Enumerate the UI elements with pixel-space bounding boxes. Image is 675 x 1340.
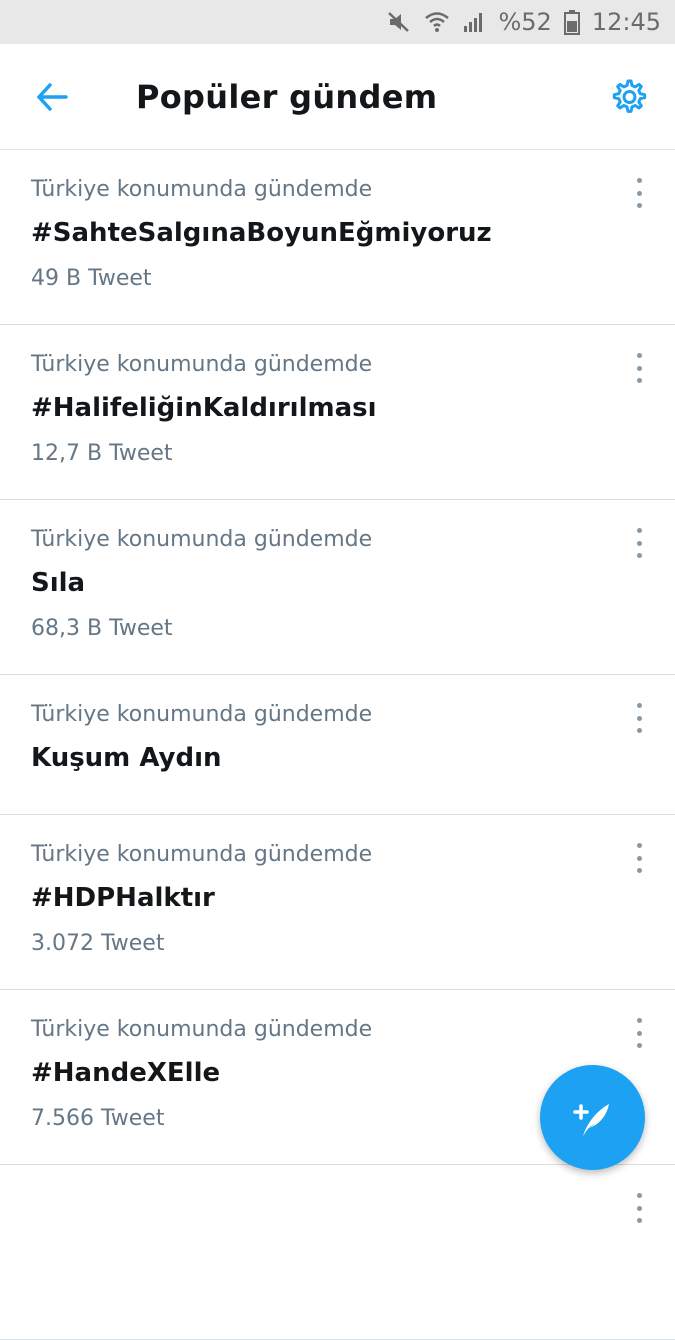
page-title: Popüler gündem bbox=[136, 78, 438, 116]
trend-item[interactable]: Türkiye konumunda gündemde #SahteSalgına… bbox=[0, 150, 675, 325]
trend-name: #HandeXElle bbox=[31, 1058, 221, 1088]
app-bar: Popüler gündem bbox=[0, 44, 675, 150]
trend-context: Türkiye konumunda gündemde bbox=[31, 527, 373, 552]
trend-name: Kuşum Aydın bbox=[31, 743, 222, 773]
trend-item[interactable]: Türkiye konumunda gündemde Kuşum Aydın bbox=[0, 675, 675, 815]
back-arrow-icon bbox=[37, 83, 68, 111]
battery-icon bbox=[563, 9, 580, 35]
mute-icon bbox=[386, 9, 412, 35]
more-options-icon[interactable] bbox=[629, 178, 649, 208]
trend-name: #HalifeliğinKaldırılması bbox=[31, 393, 377, 423]
compose-tweet-button[interactable] bbox=[540, 1065, 645, 1170]
more-options-icon[interactable] bbox=[629, 703, 649, 733]
trend-tweet-count: 12,7 B Tweet bbox=[31, 441, 173, 466]
signal-icon bbox=[462, 10, 486, 34]
battery-percentage: %52 bbox=[498, 8, 552, 36]
status-time: 12:45 bbox=[591, 8, 661, 36]
trend-name: #HDPHalktır bbox=[31, 883, 215, 913]
more-options-icon[interactable] bbox=[629, 1018, 649, 1048]
back-button[interactable] bbox=[26, 74, 78, 120]
wifi-icon bbox=[424, 9, 450, 35]
more-options-icon[interactable] bbox=[629, 353, 649, 383]
trend-tweet-count: 3.072 Tweet bbox=[31, 931, 165, 956]
trend-item[interactable]: Türkiye konumunda gündemde #HalifeliğinK… bbox=[0, 325, 675, 500]
trend-context: Türkiye konumunda gündemde bbox=[31, 702, 373, 727]
compose-tweet-icon bbox=[572, 1103, 609, 1136]
more-options-icon[interactable] bbox=[629, 843, 649, 873]
settings-button[interactable] bbox=[605, 74, 651, 120]
trend-tweet-count: 7.566 Tweet bbox=[31, 1106, 165, 1131]
trend-context: Türkiye konumunda gündemde bbox=[31, 352, 373, 377]
gear-icon bbox=[612, 79, 647, 113]
trend-context: Türkiye konumunda gündemde bbox=[31, 842, 373, 867]
trend-name: #SahteSalgınaBoyunEğmiyoruz bbox=[31, 218, 492, 248]
trend-tweet-count: 49 B Tweet bbox=[31, 266, 152, 291]
more-options-icon[interactable] bbox=[629, 528, 649, 558]
more-options-icon[interactable] bbox=[629, 1193, 649, 1223]
trend-name: Sıla bbox=[31, 568, 86, 598]
trend-context: Türkiye konumunda gündemde bbox=[31, 1017, 373, 1042]
trend-item[interactable]: Türkiye konumunda gündemde Sıla 68,3 B T… bbox=[0, 500, 675, 675]
trend-item[interactable]: Türkiye konumunda gündemde #HDPHalktır 3… bbox=[0, 815, 675, 990]
trend-tweet-count: 68,3 B Tweet bbox=[31, 616, 173, 641]
trend-item-partial[interactable] bbox=[0, 1165, 675, 1340]
trend-context: Türkiye konumunda gündemde bbox=[31, 177, 373, 202]
status-bar: %52 12:45 bbox=[0, 0, 675, 44]
